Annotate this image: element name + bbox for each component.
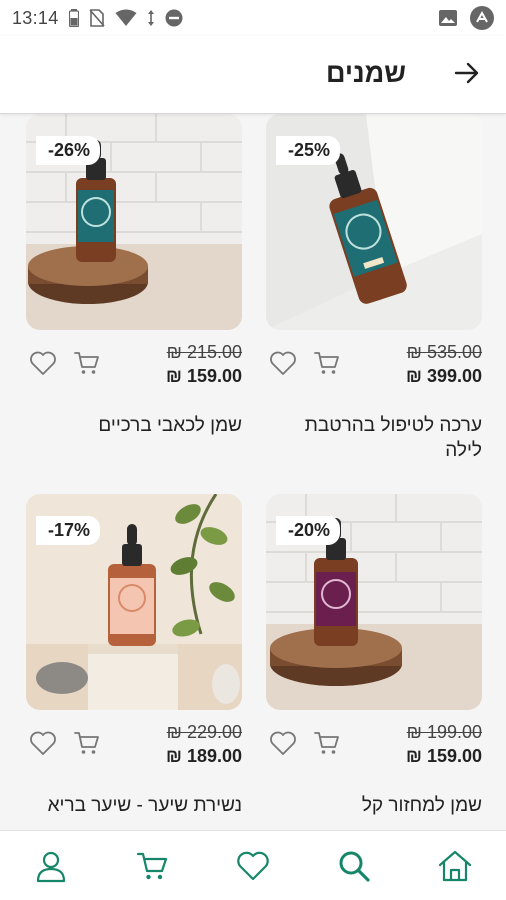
page-title: שמנים — [325, 58, 406, 88]
new-price: 399.00 ₪ — [406, 366, 482, 386]
user-icon — [36, 851, 65, 882]
price-block: 215.00 ₪ 159.00 ₪ — [166, 342, 242, 387]
discount-badge: -17% — [36, 516, 101, 545]
new-price: 159.00 ₪ — [166, 366, 242, 386]
notification-app-icon — [470, 6, 494, 30]
heart-outline-icon — [270, 351, 296, 375]
cart-icon — [314, 732, 339, 754]
product-image[interactable]: -25% — [266, 114, 482, 330]
price-block: 199.00 ₪ 159.00 ₪ — [406, 722, 482, 767]
add-to-favorites-button[interactable] — [28, 728, 58, 758]
home-icon — [439, 850, 472, 881]
old-price: 215.00 ₪ — [166, 342, 242, 362]
nav-profile[interactable] — [21, 836, 81, 896]
wifi-icon — [115, 9, 137, 27]
product-name[interactable]: שמן לכאבי ברכיים — [26, 414, 242, 439]
status-bar: 13:14 — [0, 0, 506, 36]
discount-badge: -25% — [276, 136, 341, 165]
new-price: 189.00 ₪ — [166, 746, 242, 766]
battery-icon — [68, 9, 79, 27]
add-to-cart-button[interactable] — [72, 728, 102, 758]
heart-outline-icon — [30, 731, 56, 755]
old-price: 229.00 ₪ — [166, 722, 242, 742]
no-sim-icon — [88, 9, 105, 27]
new-price: 159.00 ₪ — [406, 746, 482, 766]
product-grid[interactable]: -25% 535.00 ₪ 399.00 ₪ ערכה לטיפול בהרטב… — [0, 114, 506, 830]
heart-icon — [237, 851, 269, 880]
discount-badge: -20% — [276, 516, 341, 545]
add-to-favorites-button[interactable] — [268, 348, 298, 378]
price-block: 229.00 ₪ 189.00 ₪ — [166, 722, 242, 767]
add-to-cart-button[interactable] — [312, 348, 342, 378]
product-image[interactable]: -20% — [266, 494, 482, 710]
add-to-favorites-button[interactable] — [268, 728, 298, 758]
cart-icon — [136, 852, 167, 879]
status-time: 13:14 — [12, 7, 59, 28]
product-name[interactable]: שמן למחזור קל — [266, 794, 482, 819]
gallery-icon — [438, 9, 458, 27]
add-to-favorites-button[interactable] — [28, 348, 58, 378]
discount-badge: -26% — [36, 136, 101, 165]
data-arrows-icon — [147, 9, 155, 27]
product-name[interactable]: ערכה לטיפול בהרטבת לילה — [266, 414, 482, 463]
cart-icon — [314, 352, 339, 374]
nav-cart[interactable] — [122, 836, 182, 896]
cart-icon — [74, 732, 99, 754]
add-to-cart-button[interactable] — [72, 348, 102, 378]
old-price: 535.00 ₪ — [406, 342, 482, 362]
nav-search[interactable] — [324, 836, 384, 896]
product-image[interactable]: -17% — [26, 494, 242, 710]
cart-icon — [74, 352, 99, 374]
product-name[interactable]: נשירת שיער - שיער בריא — [26, 794, 242, 819]
heart-outline-icon — [270, 731, 296, 755]
nav-home[interactable] — [425, 836, 485, 896]
nav-favorites[interactable] — [223, 836, 283, 896]
add-to-cart-button[interactable] — [312, 728, 342, 758]
old-price: 199.00 ₪ — [406, 722, 482, 742]
bottom-navigation — [0, 830, 506, 900]
do-not-disturb-icon — [165, 9, 183, 27]
price-block: 535.00 ₪ 399.00 ₪ — [406, 342, 482, 387]
page-header: שמנים — [0, 36, 506, 114]
back-button[interactable] — [450, 56, 484, 90]
product-image[interactable]: -26% — [26, 114, 242, 330]
search-icon — [339, 851, 370, 882]
heart-outline-icon — [30, 351, 56, 375]
arrow-right-icon — [454, 62, 479, 84]
